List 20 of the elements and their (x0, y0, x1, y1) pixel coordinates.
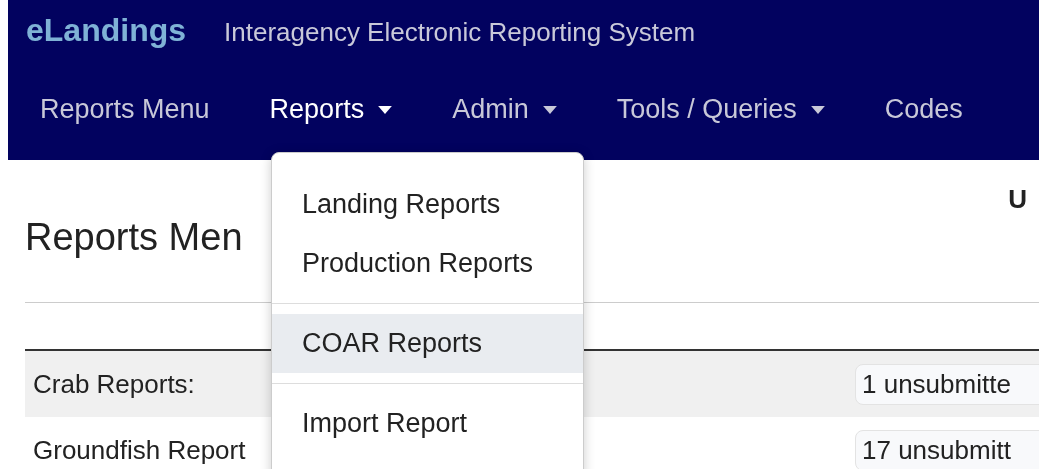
row-label: Groundfish Report (33, 434, 246, 466)
nav-link[interactable]: Reports Menu (40, 94, 210, 125)
unsubmitted-badge[interactable]: 17 unsubmitt (855, 429, 1039, 469)
nav-link[interactable]: Reports (269, 94, 393, 125)
caret-icon (810, 105, 825, 114)
page-title: Reports Men (25, 216, 243, 259)
caret-icon (378, 105, 393, 114)
menu-item[interactable]: Landing Reports (272, 175, 583, 234)
site-subtitle: Interagency Electronic Reporting System (224, 17, 696, 48)
menu-item[interactable]: COAR Reports (272, 314, 583, 373)
brand-logo[interactable]: eLandings (26, 12, 186, 49)
row-label: Crab Reports: (33, 368, 195, 400)
nav-link[interactable]: Codes (884, 94, 963, 125)
unsubmitted-badge[interactable]: 1 unsubmitte (855, 363, 1039, 405)
user-label: U (1008, 184, 1027, 215)
menu-item[interactable]: Production Reports (272, 234, 583, 293)
nav-link[interactable]: Tools / Queries (616, 94, 825, 125)
nav-link[interactable]: Admin (452, 94, 557, 125)
caret-icon (542, 105, 557, 114)
menu-item[interactable]: Import Report (272, 394, 583, 453)
